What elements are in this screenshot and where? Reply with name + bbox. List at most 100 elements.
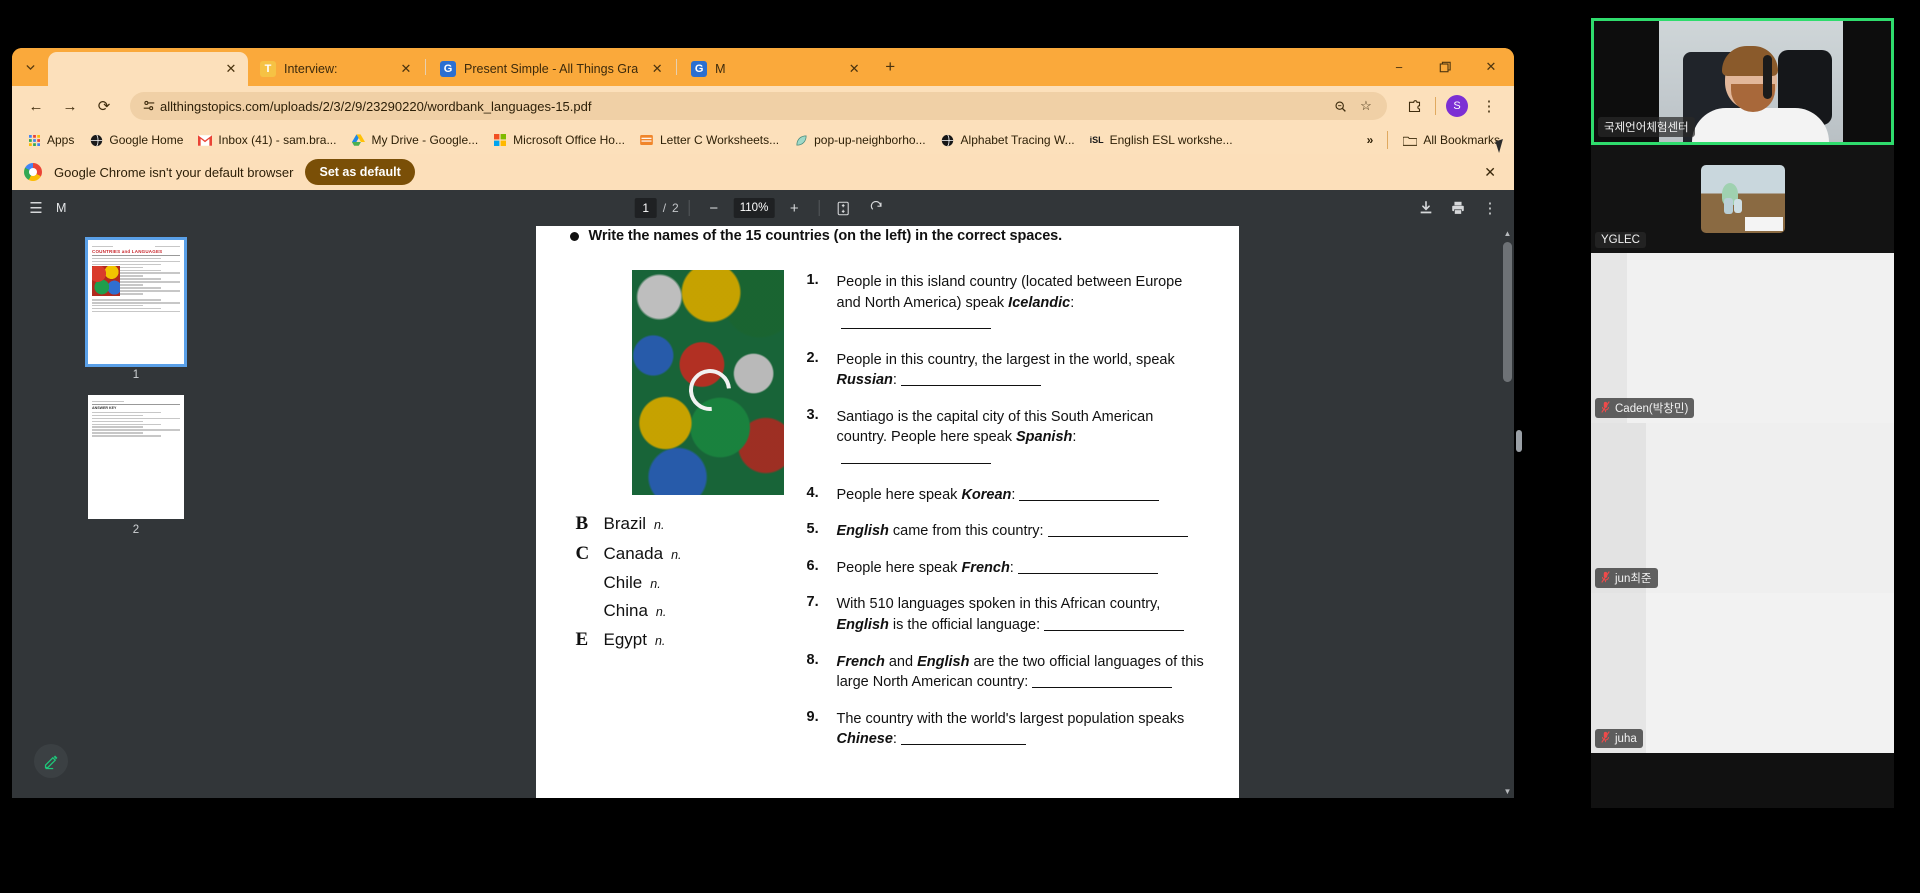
thumbnail-page-2[interactable]: ANSWER KEY — [88, 395, 184, 519]
banner-close-icon[interactable]: ✕ — [1484, 164, 1502, 181]
word-initial: B — [575, 513, 589, 534]
word-list-item: C Canada n. — [570, 543, 785, 565]
zoom-in-button[interactable]: + — [780, 194, 808, 222]
video-tile-yglec[interactable]: YGLEC — [1591, 145, 1894, 253]
question-item: 3. Santiago is the capital city of this … — [807, 407, 1205, 469]
window-resize-handle[interactable] — [1516, 430, 1522, 452]
bookmark-inbox[interactable]: Inbox (41) - sam.bra... — [191, 129, 342, 151]
mic-off-icon — [1601, 731, 1610, 746]
extensions-icon[interactable] — [1399, 92, 1429, 120]
thumbnail-item-2[interactable]: ANSWER KEY 2 — [88, 395, 184, 536]
question-item: 4. People here speak Korean: — [807, 485, 1205, 506]
tab-interview[interactable]: T Interview: ✕ — [248, 52, 423, 86]
pdf-page-1: Write the names of the 15 countries (on … — [535, 226, 1239, 798]
bookmark-letter-c-worksheets[interactable]: Letter C Worksheets... — [633, 129, 785, 151]
answer-blank[interactable] — [1047, 536, 1188, 538]
video-tile-juha[interactable]: juha — [1591, 593, 1894, 753]
world-flags-image — [631, 270, 784, 495]
bookmark-label: Google Home — [109, 133, 184, 147]
site-settings-icon[interactable] — [138, 99, 160, 113]
bookmark-pop-up-neighborhood[interactable]: pop-up-neighborho... — [787, 129, 931, 151]
question-number: 8. — [806, 651, 819, 668]
answer-blank[interactable] — [840, 328, 991, 330]
tab-m[interactable]: G M ✕ — [679, 52, 871, 86]
chrome-menu-icon[interactable]: ⋮ — [1474, 92, 1504, 120]
question-item: 7. With 510 languages spoken in this Afr… — [807, 594, 1205, 635]
scroll-up-arrow-icon[interactable]: ▲ — [1501, 226, 1514, 240]
paper-object — [1744, 217, 1783, 231]
reload-icon[interactable]: ⟳ — [90, 92, 118, 120]
download-icon[interactable] — [1412, 194, 1440, 222]
participant-name: juha — [1615, 732, 1637, 745]
new-tab-button[interactable]: + — [877, 54, 903, 80]
answer-blank[interactable] — [1017, 572, 1158, 574]
question-text: With 510 languages spoken in this Africa… — [837, 594, 1205, 635]
answer-blank[interactable] — [1019, 499, 1160, 501]
bookmark-english-esl[interactable]: iSL English ESL workshe... — [1083, 129, 1239, 151]
scroll-down-arrow-icon[interactable]: ▼ — [1501, 784, 1514, 798]
bookmark-label: Letter C Worksheets... — [659, 133, 780, 147]
globe-dark-icon — [940, 132, 956, 148]
zoom-icon[interactable] — [1327, 100, 1353, 113]
answer-blank[interactable] — [840, 463, 991, 465]
bookmark-apps[interactable]: Apps — [20, 129, 80, 151]
page-number-input[interactable]: 1 — [634, 198, 657, 218]
tab-present-simple[interactable]: G Present Simple - All Things Gra ✕ — [428, 52, 674, 86]
scrollbar-thumb[interactable] — [1503, 242, 1512, 382]
video-tile-jun[interactable]: jun최준 — [1591, 423, 1894, 593]
annotate-button[interactable] — [34, 744, 68, 778]
word-initial: E — [575, 629, 589, 650]
maximize-button[interactable] — [1422, 48, 1468, 86]
profile-avatar[interactable]: S — [1446, 95, 1468, 117]
video-tile-host[interactable]: 국제언어체험센터 — [1591, 18, 1894, 145]
rotate-icon[interactable] — [863, 194, 891, 222]
answer-blank[interactable] — [900, 744, 1026, 746]
sidebar-toggle-icon[interactable]: ☰ — [22, 194, 50, 222]
tab-close-icon[interactable]: ✕ — [845, 60, 863, 78]
tab-active[interactable]: ✕ — [48, 52, 248, 86]
answer-blank[interactable] — [1044, 629, 1185, 631]
tab-close-icon[interactable]: ✕ — [648, 60, 666, 78]
close-button[interactable]: ✕ — [1468, 48, 1514, 86]
pdf-page-pane[interactable]: Write the names of the 15 countries (on … — [260, 226, 1514, 798]
bookmark-alphabet-tracing[interactable]: Alphabet Tracing W... — [934, 129, 1081, 151]
zoom-level-label[interactable]: 110% — [733, 198, 775, 218]
address-bar[interactable]: allthingstopics.com/uploads/2/3/2/9/2329… — [130, 92, 1387, 120]
question-text: People here speak French: — [837, 558, 1158, 579]
back-icon[interactable]: ← — [22, 92, 50, 120]
answer-blank[interactable] — [900, 385, 1041, 387]
pdf-scrollbar[interactable]: ▲ ▼ — [1501, 226, 1514, 798]
question-item: 6. People here speak French: — [807, 558, 1205, 579]
bookmark-label: Microsoft Office Ho... — [513, 133, 625, 147]
zoom-out-button[interactable]: − — [700, 194, 728, 222]
minimize-button[interactable]: − — [1376, 48, 1422, 86]
question-text: People here speak Korean: — [837, 485, 1160, 506]
tab-close-icon[interactable]: ✕ — [397, 60, 415, 78]
bookmark-microsoft-office[interactable]: Microsoft Office Ho... — [486, 129, 631, 151]
bookmark-my-drive[interactable]: My Drive - Google... — [344, 129, 484, 151]
video-tile-caden[interactable]: Caden(박창민) — [1591, 253, 1894, 423]
tab-title: Present Simple - All Things Gra — [464, 62, 639, 76]
forward-icon[interactable]: → — [56, 92, 84, 120]
all-bookmarks-button[interactable]: All Bookmarks — [1396, 129, 1506, 151]
question-number: 1. — [806, 272, 819, 288]
word-list-item: Chile n. — [570, 573, 785, 593]
fit-page-icon[interactable] — [829, 194, 857, 222]
word-list-item: B Brazil n. — [570, 513, 785, 535]
question-part: With 510 languages spoken in this Africa… — [836, 596, 1161, 613]
answer-blank[interactable] — [1032, 687, 1173, 689]
tab-search-chevron-icon[interactable] — [12, 48, 48, 86]
print-icon[interactable] — [1444, 194, 1472, 222]
bookmark-star-icon[interactable]: ☆ — [1353, 98, 1379, 114]
thumbnail-item-1[interactable]: COUNTRIES and LANGUAGES 1 — [85, 237, 187, 381]
tab-close-icon[interactable]: ✕ — [222, 60, 240, 78]
pdf-thumbnail-pane: COUNTRIES and LANGUAGES 1 ANSWER KEY 2 — [12, 226, 260, 798]
drive-icon — [350, 132, 366, 148]
thumbnail-page-1[interactable]: COUNTRIES and LANGUAGES — [85, 237, 187, 367]
set-as-default-button[interactable]: Set as default — [305, 159, 415, 185]
pdf-more-menu-icon[interactable]: ⋮ — [1476, 194, 1504, 222]
bookmark-google-home[interactable]: Google Home — [82, 129, 189, 151]
bookmark-label: pop-up-neighborho... — [814, 133, 926, 147]
instruction-text: Write the names of the 15 countries (on … — [588, 228, 1063, 244]
bookmarks-overflow-button[interactable]: » — [1361, 130, 1380, 150]
